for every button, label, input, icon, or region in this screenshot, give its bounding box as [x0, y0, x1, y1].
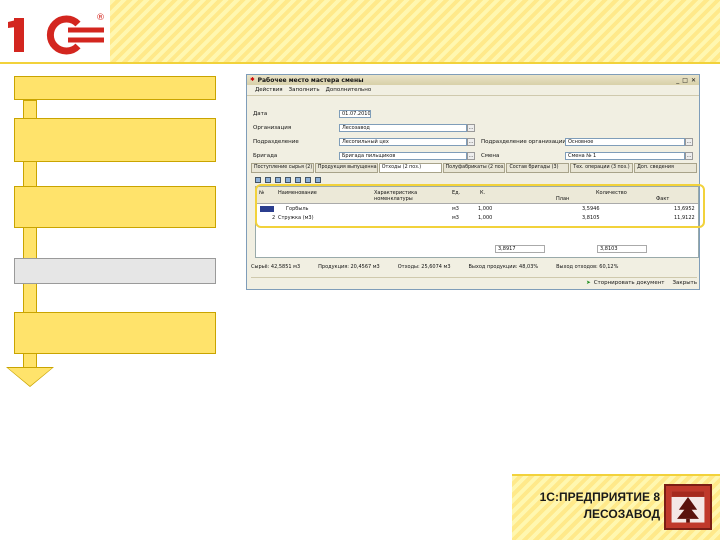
status-products: Продукция: 20,4567 м3: [318, 264, 380, 270]
close-button[interactable]: Закрыть: [673, 280, 698, 286]
window-icon: ✱: [250, 77, 255, 83]
brand-product: 1С:ПРЕДПРИЯТИЕ 8: [539, 490, 660, 504]
menu-extra[interactable]: Дополнительно: [326, 87, 372, 93]
status-yield: Выход продукции: 48,03%: [468, 264, 539, 270]
shift-select-button[interactable]: …: [685, 152, 693, 160]
tab-products[interactable]: Продукция выпущенная (3): [314, 163, 378, 173]
dept-select-button[interactable]: …: [467, 138, 475, 146]
post-button[interactable]: ➤ Сторнировать документ: [586, 280, 664, 286]
registered-mark: ®: [96, 13, 105, 23]
sort-icon[interactable]: [315, 177, 321, 183]
org-label: Организация: [253, 125, 292, 131]
arrow-right-icon: ➤: [586, 280, 591, 286]
brigade-field[interactable]: Бригада пильщиков: [339, 152, 467, 160]
tab-operations[interactable]: Тех. операции (3 поз.): [570, 163, 634, 173]
dept-org-field[interactable]: Основное: [565, 138, 685, 146]
window-menubar: Действия Заполнить Дополнительно: [247, 85, 699, 96]
flow-step-3: [14, 186, 216, 228]
copy-row-icon[interactable]: [265, 177, 271, 183]
dept-org-select-button[interactable]: …: [685, 138, 693, 146]
flow-step-2: [14, 118, 216, 162]
dept-label: Подразделение: [253, 139, 299, 145]
org-field[interactable]: Лесозавод: [339, 124, 467, 132]
flow-step-1: [14, 76, 216, 100]
brand-solution: ЛЕСОЗАВОД: [583, 507, 660, 521]
edit-row-icon[interactable]: [275, 177, 281, 183]
grid-highlight-frame: [255, 184, 705, 228]
add-row-icon[interactable]: [255, 177, 261, 183]
minimize-icon[interactable]: _: [676, 77, 679, 84]
logo-1c: ®: [8, 13, 105, 55]
totals-status: Сырьё: 42,5851 м3 Продукция: 20,4567 м3 …: [251, 264, 697, 273]
brigade-label: Бригада: [253, 153, 278, 159]
menu-actions[interactable]: Действия: [255, 87, 283, 93]
dept-field[interactable]: Лесопильный цех: [339, 138, 467, 146]
tab-waste[interactable]: Отходы (2 поз.): [378, 163, 442, 173]
window-footer: ➤ Сторнировать документ Закрыть: [251, 277, 697, 288]
date-label: Дата: [253, 111, 268, 117]
close-icon[interactable]: ✕: [691, 77, 696, 84]
workplace-window: ✱ Рабочее место мастера смены _ □ ✕ Дейс…: [246, 74, 700, 290]
total-plan: 3,8917: [495, 245, 545, 253]
delete-row-icon[interactable]: [285, 177, 291, 183]
move-down-icon[interactable]: [305, 177, 311, 183]
window-titlebar: ✱ Рабочее место мастера смены _ □ ✕: [247, 75, 699, 85]
tab-semi[interactable]: Полуфабрикаты (2 поз.): [442, 163, 506, 173]
dept-org-label: Подразделение организации: [481, 139, 566, 145]
shift-label: Смена: [481, 153, 500, 159]
flow-arrow-down-icon: [8, 368, 52, 386]
brigade-select-button[interactable]: …: [467, 152, 475, 160]
menu-fill[interactable]: Заполнить: [289, 87, 320, 93]
window-title: Рабочее место мастера смены: [257, 76, 364, 84]
maximize-icon[interactable]: □: [682, 77, 688, 84]
total-fact: 3,8103: [597, 245, 647, 253]
move-up-icon[interactable]: [295, 177, 301, 183]
status-waste-yield: Выход отходов: 60,12%: [556, 264, 619, 270]
document-tabs: Поступление сырья (2) Продукция выпущенн…: [251, 163, 698, 173]
flow-step-5: [14, 312, 216, 354]
header-stripes: [110, 0, 720, 62]
flow-step-4: [14, 258, 216, 284]
org-select-button[interactable]: …: [467, 124, 475, 132]
tab-extra[interactable]: Доп. сведения: [634, 163, 698, 173]
sawmill-icon: [664, 484, 712, 530]
tab-brigade[interactable]: Состав бригады (3): [506, 163, 570, 173]
shift-field[interactable]: Смена № 1: [565, 152, 685, 160]
header-divider: [0, 62, 720, 64]
date-field[interactable]: 01.07.2010: [339, 110, 371, 118]
status-waste: Отходы: 25,6074 м3: [397, 264, 451, 270]
tab-raw[interactable]: Поступление сырья (2): [251, 163, 314, 173]
status-raw: Сырьё: 42,5851 м3: [251, 264, 301, 270]
